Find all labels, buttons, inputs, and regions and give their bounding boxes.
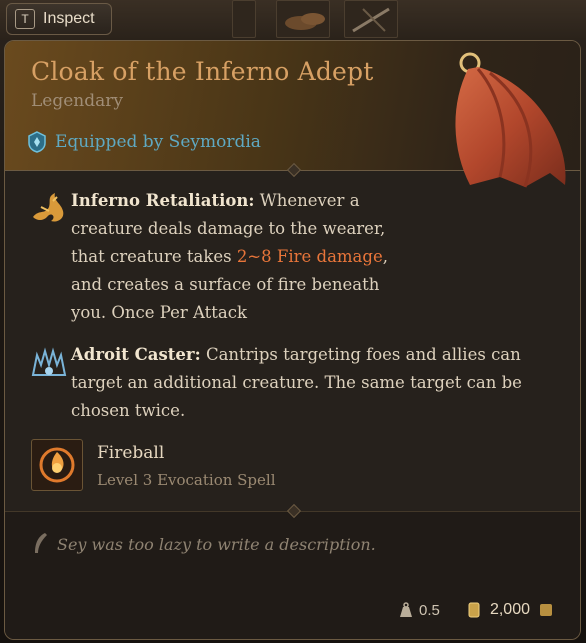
- item-price: 2,000: [466, 601, 554, 619]
- property-text: Whenever a: [254, 191, 360, 210]
- fire-damage-value: 2~8 Fire damage: [236, 247, 383, 266]
- item-tooltip: Cloak of the Inferno Adept Legendary Equ…: [4, 40, 581, 640]
- item-title: Cloak of the Inferno Adept: [31, 57, 374, 86]
- property-name: Adroit Caster:: [71, 345, 201, 364]
- property-text: you. Once Per Attack: [71, 303, 247, 322]
- spell-name: Fireball: [97, 443, 165, 463]
- property-text: ,: [382, 247, 388, 266]
- inventory-slot[interactable]: [232, 0, 256, 38]
- equipped-label: Equipped by Seymordia: [55, 132, 261, 152]
- property-name: Inferno Retaliation:: [71, 191, 255, 210]
- quill-icon: [35, 533, 47, 553]
- boots-icon: [285, 13, 325, 30]
- item-weight: 0.5: [397, 601, 440, 619]
- equipped-shield-icon: [28, 131, 46, 153]
- weight-icon: [400, 602, 412, 617]
- inspect-tab[interactable]: T Inspect: [6, 3, 112, 35]
- inspect-label: Inspect: [43, 10, 95, 27]
- property-inferno-retaliation: Inferno Retaliation: Whenever a creature…: [27, 187, 388, 327]
- boots-slot[interactable]: [276, 0, 330, 38]
- weight-value: 0.5: [419, 601, 440, 619]
- property-adroit-caster: Adroit Caster: Cantrips targeting foes a…: [27, 341, 522, 425]
- crossbow-icon: [352, 7, 390, 33]
- fireball-icon: [39, 447, 75, 483]
- flame-retaliation-icon: [33, 193, 64, 222]
- property-text: chosen twice.: [71, 401, 186, 420]
- coin-stack-icon: [540, 604, 552, 616]
- item-description: Sey was too lazy to write a description.: [57, 535, 376, 554]
- equipped-by: Equipped by Seymordia: [27, 131, 261, 153]
- cloak-item-icon: [455, 52, 566, 188]
- spell-icon-box[interactable]: [31, 439, 83, 491]
- price-value: 2,000: [489, 601, 530, 618]
- crossbow-slot[interactable]: [344, 0, 398, 38]
- property-text: Cantrips targeting foes and allies can: [200, 345, 521, 364]
- spell-level: Level 3 Evocation Spell: [97, 471, 276, 489]
- property-text: target an additional creature. The same …: [71, 373, 522, 392]
- gold-coin-icon: [468, 602, 480, 618]
- property-text: and creates a surface of fire beneath: [71, 275, 380, 294]
- inspect-key-hint: T: [15, 9, 35, 29]
- property-text: that creature takes: [71, 247, 237, 266]
- tooltip-footer: [5, 511, 580, 639]
- item-rarity: Legendary: [31, 91, 123, 111]
- property-text: creature deals damage to the wearer,: [71, 219, 386, 238]
